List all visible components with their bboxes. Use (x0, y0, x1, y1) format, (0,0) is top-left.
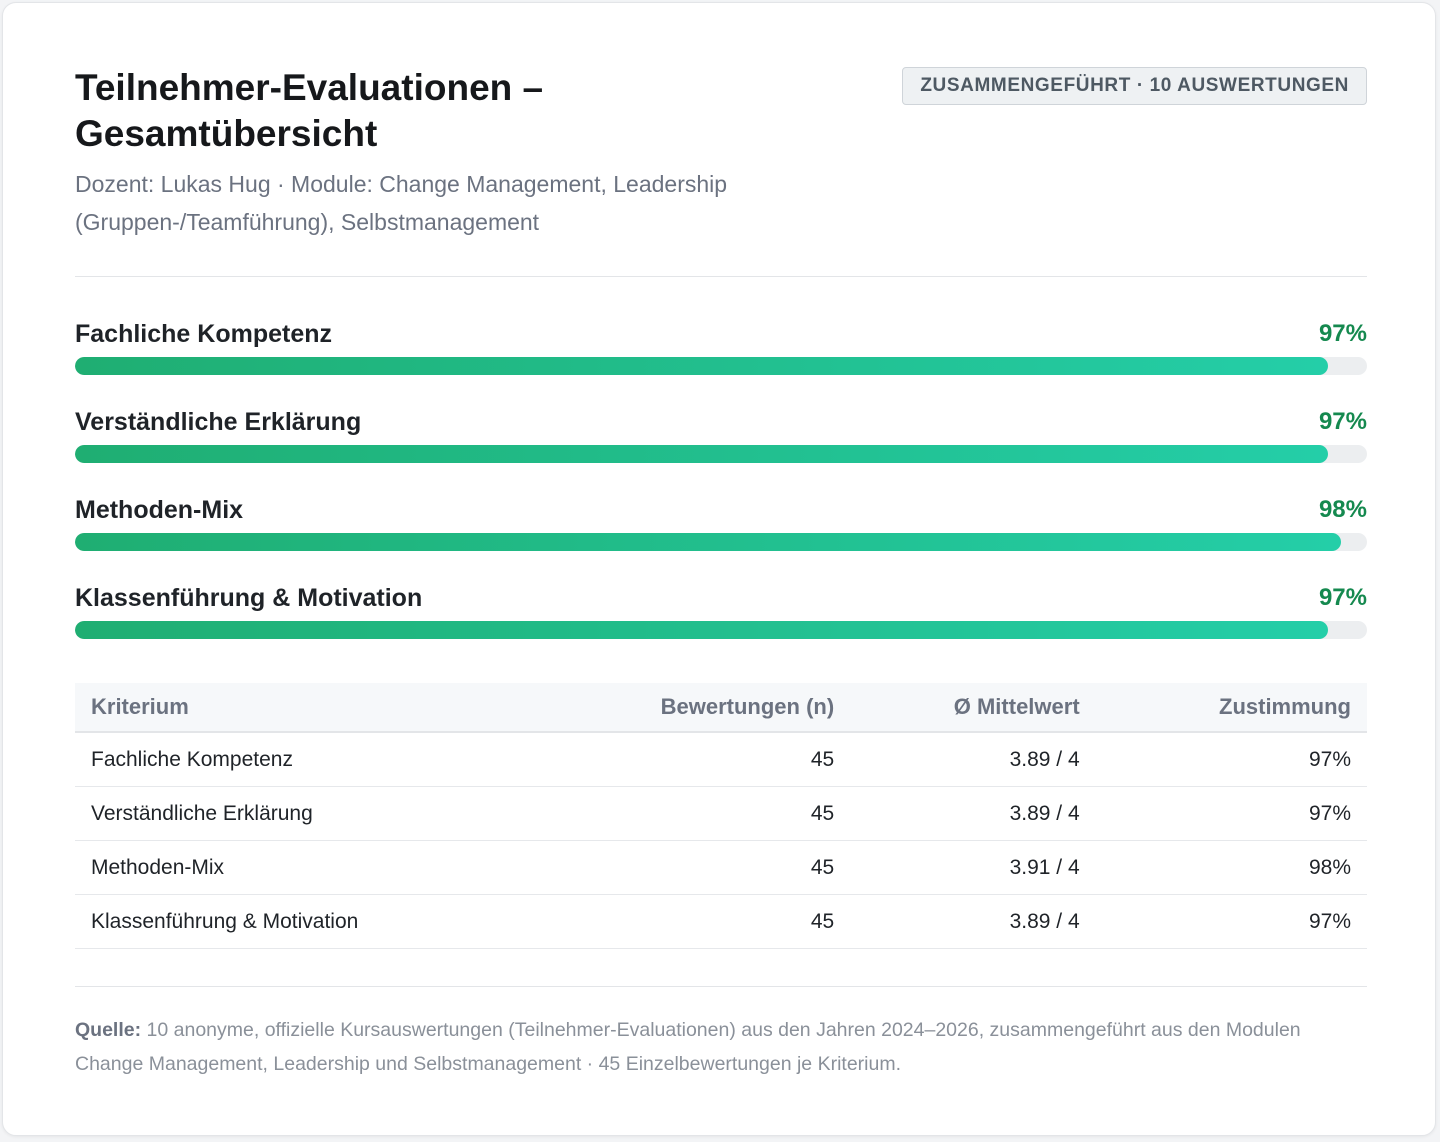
cell-mittelwert: 3.89 / 4 (850, 732, 1096, 787)
metric-methoden-mix: Methoden-Mix 98% (75, 495, 1367, 567)
table-row: Verständliche Erklärung 45 3.89 / 4 97% (75, 786, 1367, 841)
status-badge: ZUSAMMENGEFÜHRT · 10 AUSWERTUNGEN (902, 67, 1367, 105)
evaluation-table: Kriterium Bewertungen (n) Ø Mittelwert Z… (75, 683, 1367, 949)
metric-verstaendliche-erklaerung: Verständliche Erklärung 97% (75, 407, 1367, 479)
cell-bewertungen: 45 (643, 732, 851, 787)
cell-kriterium: Methoden-Mix (75, 840, 644, 895)
progress-fill (75, 621, 1329, 639)
column-header-zustimmung: Zustimmung (1095, 683, 1367, 733)
page-subtitle: Dozent: Lukas Hug · Module: Change Manag… (75, 171, 728, 235)
metric-value: 97% (1318, 408, 1367, 435)
column-header-mittelwert: Ø Mittelwert (850, 683, 1096, 733)
cell-zustimmung: 97% (1095, 894, 1367, 949)
cell-kriterium: Klassenführung & Motivation (75, 894, 644, 949)
progress-track (75, 621, 1367, 639)
progress-fill (75, 357, 1329, 375)
metric-value: 97% (1318, 584, 1367, 611)
metric-label: Verständliche Erklärung (75, 408, 362, 436)
metric-klassenfuehrung-motivation: Klassenführung & Motivation 97% (75, 583, 1367, 655)
evaluation-card: Teilnehmer-Evaluationen – Gesamtübersich… (2, 2, 1436, 1136)
source-label: Quelle: (75, 1019, 142, 1041)
metric-value: 98% (1318, 496, 1367, 523)
card-header: Teilnehmer-Evaluationen – Gesamtübersich… (75, 3, 1367, 275)
header-divider (75, 276, 1367, 277)
metric-value: 97% (1318, 320, 1367, 347)
table-header-row: Kriterium Bewertungen (n) Ø Mittelwert Z… (75, 683, 1367, 733)
table-row: Methoden-Mix 45 3.91 / 4 98% (75, 840, 1367, 895)
table-row: Klassenführung & Motivation 45 3.89 / 4 … (75, 894, 1367, 949)
cell-mittelwert: 3.91 / 4 (850, 840, 1096, 895)
cell-mittelwert: 3.89 / 4 (850, 894, 1096, 949)
cell-bewertungen: 45 (643, 840, 851, 895)
source-text: 10 anonyme, offizielle Kursauswertungen … (75, 1019, 1301, 1075)
progress-track (75, 533, 1367, 551)
cell-zustimmung: 97% (1095, 732, 1367, 787)
footer-divider (75, 986, 1367, 987)
cell-zustimmung: 97% (1095, 786, 1367, 841)
cell-kriterium: Fachliche Kompetenz (75, 732, 644, 787)
column-header-bewertungen: Bewertungen (n) (643, 683, 851, 733)
cell-zustimmung: 98% (1095, 840, 1367, 895)
cell-kriterium: Verständliche Erklärung (75, 786, 644, 841)
table-row: Fachliche Kompetenz 45 3.89 / 4 97% (75, 732, 1367, 787)
metric-label: Methoden-Mix (75, 496, 244, 524)
source-note: Quelle: 10 anonyme, offizielle Kursauswe… (75, 1013, 1367, 1081)
page-title: Teilnehmer-Evaluationen – Gesamtübersich… (75, 67, 544, 154)
cell-bewertungen: 45 (643, 894, 851, 949)
progress-fill (75, 533, 1342, 551)
metric-fachliche-kompetenz: Fachliche Kompetenz 97% (75, 319, 1367, 391)
card-content: Teilnehmer-Evaluationen – Gesamtübersich… (75, 3, 1367, 1075)
cell-bewertungen: 45 (643, 786, 851, 841)
metric-label: Klassenführung & Motivation (75, 584, 423, 612)
progress-fill (75, 445, 1329, 463)
metric-label: Fachliche Kompetenz (75, 320, 332, 348)
progress-track (75, 445, 1367, 463)
progress-track (75, 357, 1367, 375)
column-header-kriterium: Kriterium (75, 683, 644, 733)
cell-mittelwert: 3.89 / 4 (850, 786, 1096, 841)
